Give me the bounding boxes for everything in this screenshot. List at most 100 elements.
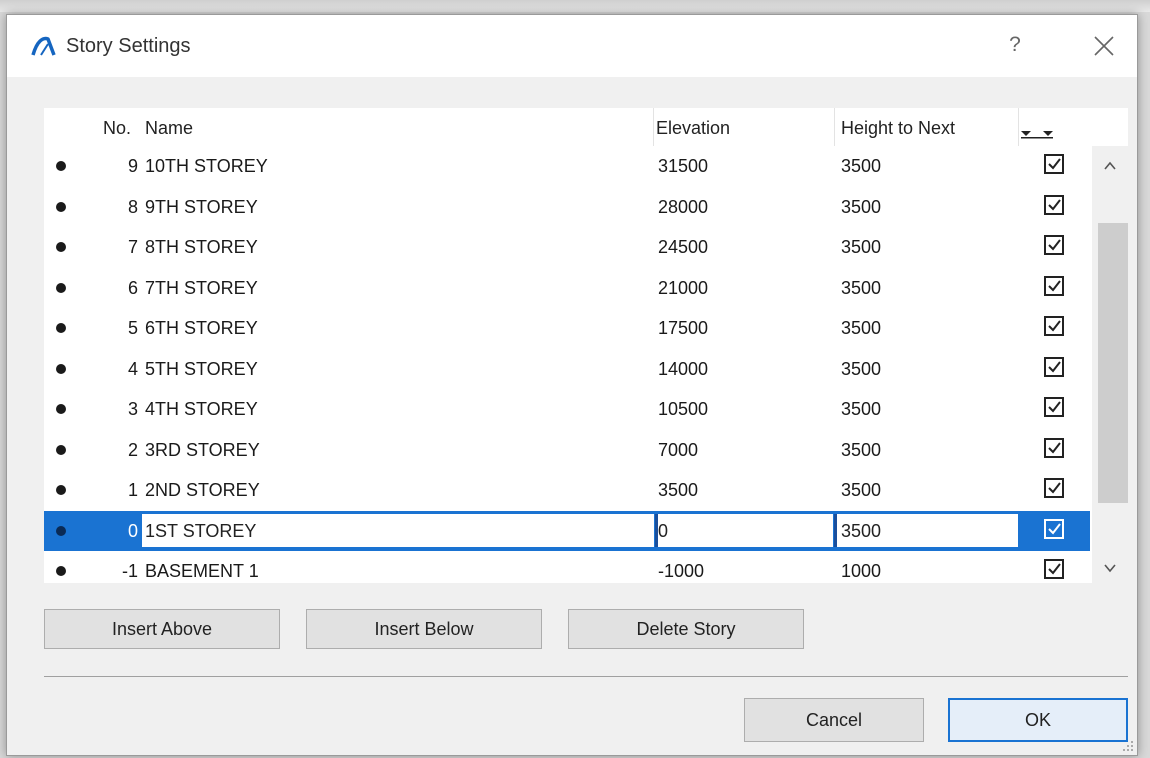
column-header-no[interactable]: No.: [103, 118, 131, 139]
row-number: -1: [121, 561, 138, 581]
table-row[interactable]: 7 8TH STOREY 24500 3500: [44, 227, 1090, 268]
story-table: No. Name Elevation Height to Next 9 10TH…: [44, 108, 1128, 583]
row-number: 9: [127, 156, 138, 176]
row-elevation[interactable]: 31500: [658, 156, 708, 177]
ok-button[interactable]: OK: [948, 698, 1128, 742]
row-number: 6: [127, 277, 138, 298]
row-show-checkbox[interactable]: [1044, 478, 1064, 498]
table-body: 9 10TH STOREY 31500 3500 8 9TH STOREY 28…: [44, 146, 1090, 592]
table-row[interactable]: -1 BASEMENT 1 -1000 1000: [44, 551, 1090, 592]
row-name[interactable]: 1ST STOREY: [145, 521, 256, 542]
row-name[interactable]: 8TH STOREY: [145, 237, 258, 258]
vertical-scrollbar[interactable]: [1092, 146, 1128, 583]
row-elevation[interactable]: 17500: [658, 318, 708, 339]
row-show-checkbox[interactable]: [1044, 559, 1064, 579]
column-divider[interactable]: [834, 108, 835, 146]
story-settings-dialog: Story Settings ? No. Name Elevation Heig…: [6, 14, 1138, 756]
close-icon[interactable]: [1089, 29, 1119, 61]
table-row-selected[interactable]: 0 1ST STOREY 0 3500: [44, 510, 1090, 551]
row-name[interactable]: 2ND STOREY: [145, 480, 260, 501]
insert-above-button[interactable]: Insert Above: [44, 609, 280, 649]
table-row[interactable]: 8 9TH STOREY 28000 3500: [44, 187, 1090, 228]
cancel-button[interactable]: Cancel: [744, 698, 924, 742]
story-marker-icon: [56, 242, 66, 252]
title-bar: Story Settings ?: [7, 15, 1137, 77]
chevron-down-icon[interactable]: [1092, 554, 1128, 584]
row-height-to-next[interactable]: 3500: [841, 156, 881, 177]
row-height-to-next[interactable]: 3500: [841, 278, 881, 299]
row-elevation[interactable]: 28000: [658, 197, 708, 218]
row-name[interactable]: 7TH STOREY: [145, 278, 258, 299]
row-show-checkbox[interactable]: [1044, 194, 1064, 215]
elevation-edit-field[interactable]: [655, 513, 833, 547]
row-show-checkbox[interactable]: [1044, 437, 1064, 458]
row-number: 1: [127, 480, 138, 500]
table-header: No. Name Elevation Height to Next: [44, 108, 1090, 146]
archicad-icon: [31, 35, 57, 57]
row-height-to-next[interactable]: 1000: [841, 561, 881, 582]
story-marker-icon: [56, 525, 66, 536]
row-show-checkbox[interactable]: [1044, 154, 1064, 174]
row-name[interactable]: 3RD STOREY: [145, 440, 260, 461]
column-header-elevation[interactable]: Elevation: [656, 118, 730, 139]
double-triangle-icon[interactable]: [1021, 124, 1067, 139]
row-elevation[interactable]: 7000: [658, 440, 698, 461]
row-elevation[interactable]: 10500: [658, 399, 708, 420]
table-row[interactable]: 1 2ND STOREY 3500 3500: [44, 470, 1090, 511]
table-row[interactable]: 6 7TH STOREY 21000 3500: [44, 268, 1090, 309]
row-elevation[interactable]: 14000: [658, 359, 708, 380]
row-height-to-next[interactable]: 3500: [841, 480, 881, 501]
row-height-to-next[interactable]: 3500: [841, 440, 881, 461]
row-name[interactable]: 9TH STOREY: [145, 197, 258, 218]
row-name[interactable]: BASEMENT 1: [145, 561, 259, 582]
row-show-checkbox[interactable]: [1044, 356, 1064, 377]
row-number: 2: [127, 439, 138, 460]
row-elevation[interactable]: -1000: [658, 561, 704, 582]
column-divider[interactable]: [653, 108, 654, 146]
table-row[interactable]: 9 10TH STOREY 31500 3500: [44, 146, 1090, 187]
row-show-checkbox[interactable]: [1044, 275, 1064, 296]
row-show-checkbox[interactable]: [1044, 316, 1064, 336]
table-row[interactable]: 5 6TH STOREY 17500 3500: [44, 308, 1090, 349]
insert-below-button[interactable]: Insert Below: [306, 609, 542, 649]
dialog-title: Story Settings: [66, 35, 191, 57]
row-height-to-next[interactable]: 3500: [841, 521, 881, 542]
column-header-name[interactable]: Name: [145, 118, 193, 139]
row-name[interactable]: 4TH STOREY: [145, 399, 258, 420]
divider: [44, 676, 1128, 677]
row-height-to-next[interactable]: 3500: [841, 318, 881, 339]
row-show-checkbox[interactable]: [1044, 235, 1064, 255]
table-row[interactable]: 3 4TH STOREY 10500 3500: [44, 389, 1090, 430]
row-elevation[interactable]: 3500: [658, 480, 698, 501]
story-marker-icon: [56, 485, 66, 495]
row-height-to-next[interactable]: 3500: [841, 237, 881, 258]
row-number: 0: [127, 520, 138, 541]
column-divider[interactable]: [1018, 108, 1019, 146]
story-marker-icon: [56, 282, 66, 293]
row-elevation[interactable]: 24500: [658, 237, 708, 258]
row-elevation[interactable]: 21000: [658, 278, 708, 299]
row-height-to-next[interactable]: 3500: [841, 197, 881, 218]
resize-grip-icon[interactable]: [1119, 737, 1135, 753]
row-show-checkbox[interactable]: [1044, 397, 1064, 417]
background-window-strip: [0, 0, 1150, 12]
story-marker-icon: [56, 161, 66, 171]
story-marker-icon: [56, 323, 66, 333]
row-number: 8: [127, 196, 138, 217]
scrollbar-thumb[interactable]: [1098, 223, 1128, 503]
chevron-up-icon[interactable]: [1092, 150, 1128, 180]
story-marker-icon: [56, 201, 66, 212]
row-name[interactable]: 5TH STOREY: [145, 359, 258, 380]
row-name[interactable]: 10TH STOREY: [145, 156, 268, 177]
row-height-to-next[interactable]: 3500: [841, 359, 881, 380]
delete-story-button[interactable]: Delete Story: [568, 609, 804, 649]
row-show-checkbox[interactable]: [1044, 518, 1064, 539]
story-marker-icon: [56, 404, 66, 414]
row-height-to-next[interactable]: 3500: [841, 399, 881, 420]
row-elevation[interactable]: 0: [658, 521, 668, 542]
column-header-height-to-next[interactable]: Height to Next: [841, 118, 955, 139]
table-row[interactable]: 4 5TH STOREY 14000 3500: [44, 349, 1090, 390]
row-name[interactable]: 6TH STOREY: [145, 318, 258, 339]
table-row[interactable]: 2 3RD STOREY 7000 3500: [44, 430, 1090, 471]
help-button[interactable]: ?: [1003, 29, 1027, 61]
